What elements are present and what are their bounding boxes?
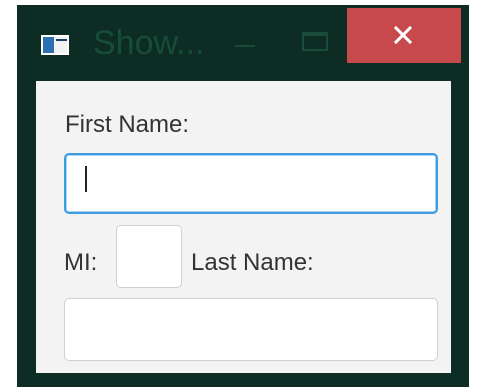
first-name-field[interactable]	[64, 153, 438, 214]
close-button[interactable]	[347, 8, 461, 63]
last-name-label: Last Name:	[191, 249, 314, 276]
window-title: Show...	[93, 24, 205, 62]
last-name-field[interactable]	[64, 298, 438, 361]
maximize-icon	[302, 32, 328, 51]
minimize-icon	[235, 45, 255, 47]
close-icon	[394, 26, 412, 44]
mi-label: MI:	[64, 249, 98, 276]
form-panel: First Name: MI: Last Name:	[36, 81, 451, 373]
maximize-button[interactable]	[293, 25, 339, 65]
minimize-button[interactable]	[223, 25, 269, 65]
first-name-label: First Name:	[65, 111, 190, 138]
title-bar[interactable]: Show...	[17, 5, 469, 81]
text-caret	[85, 166, 87, 192]
middle-initial-field[interactable]	[116, 225, 182, 288]
app-window: Show... First Name: MI: Last Name:	[17, 5, 469, 387]
app-icon[interactable]	[41, 35, 69, 55]
